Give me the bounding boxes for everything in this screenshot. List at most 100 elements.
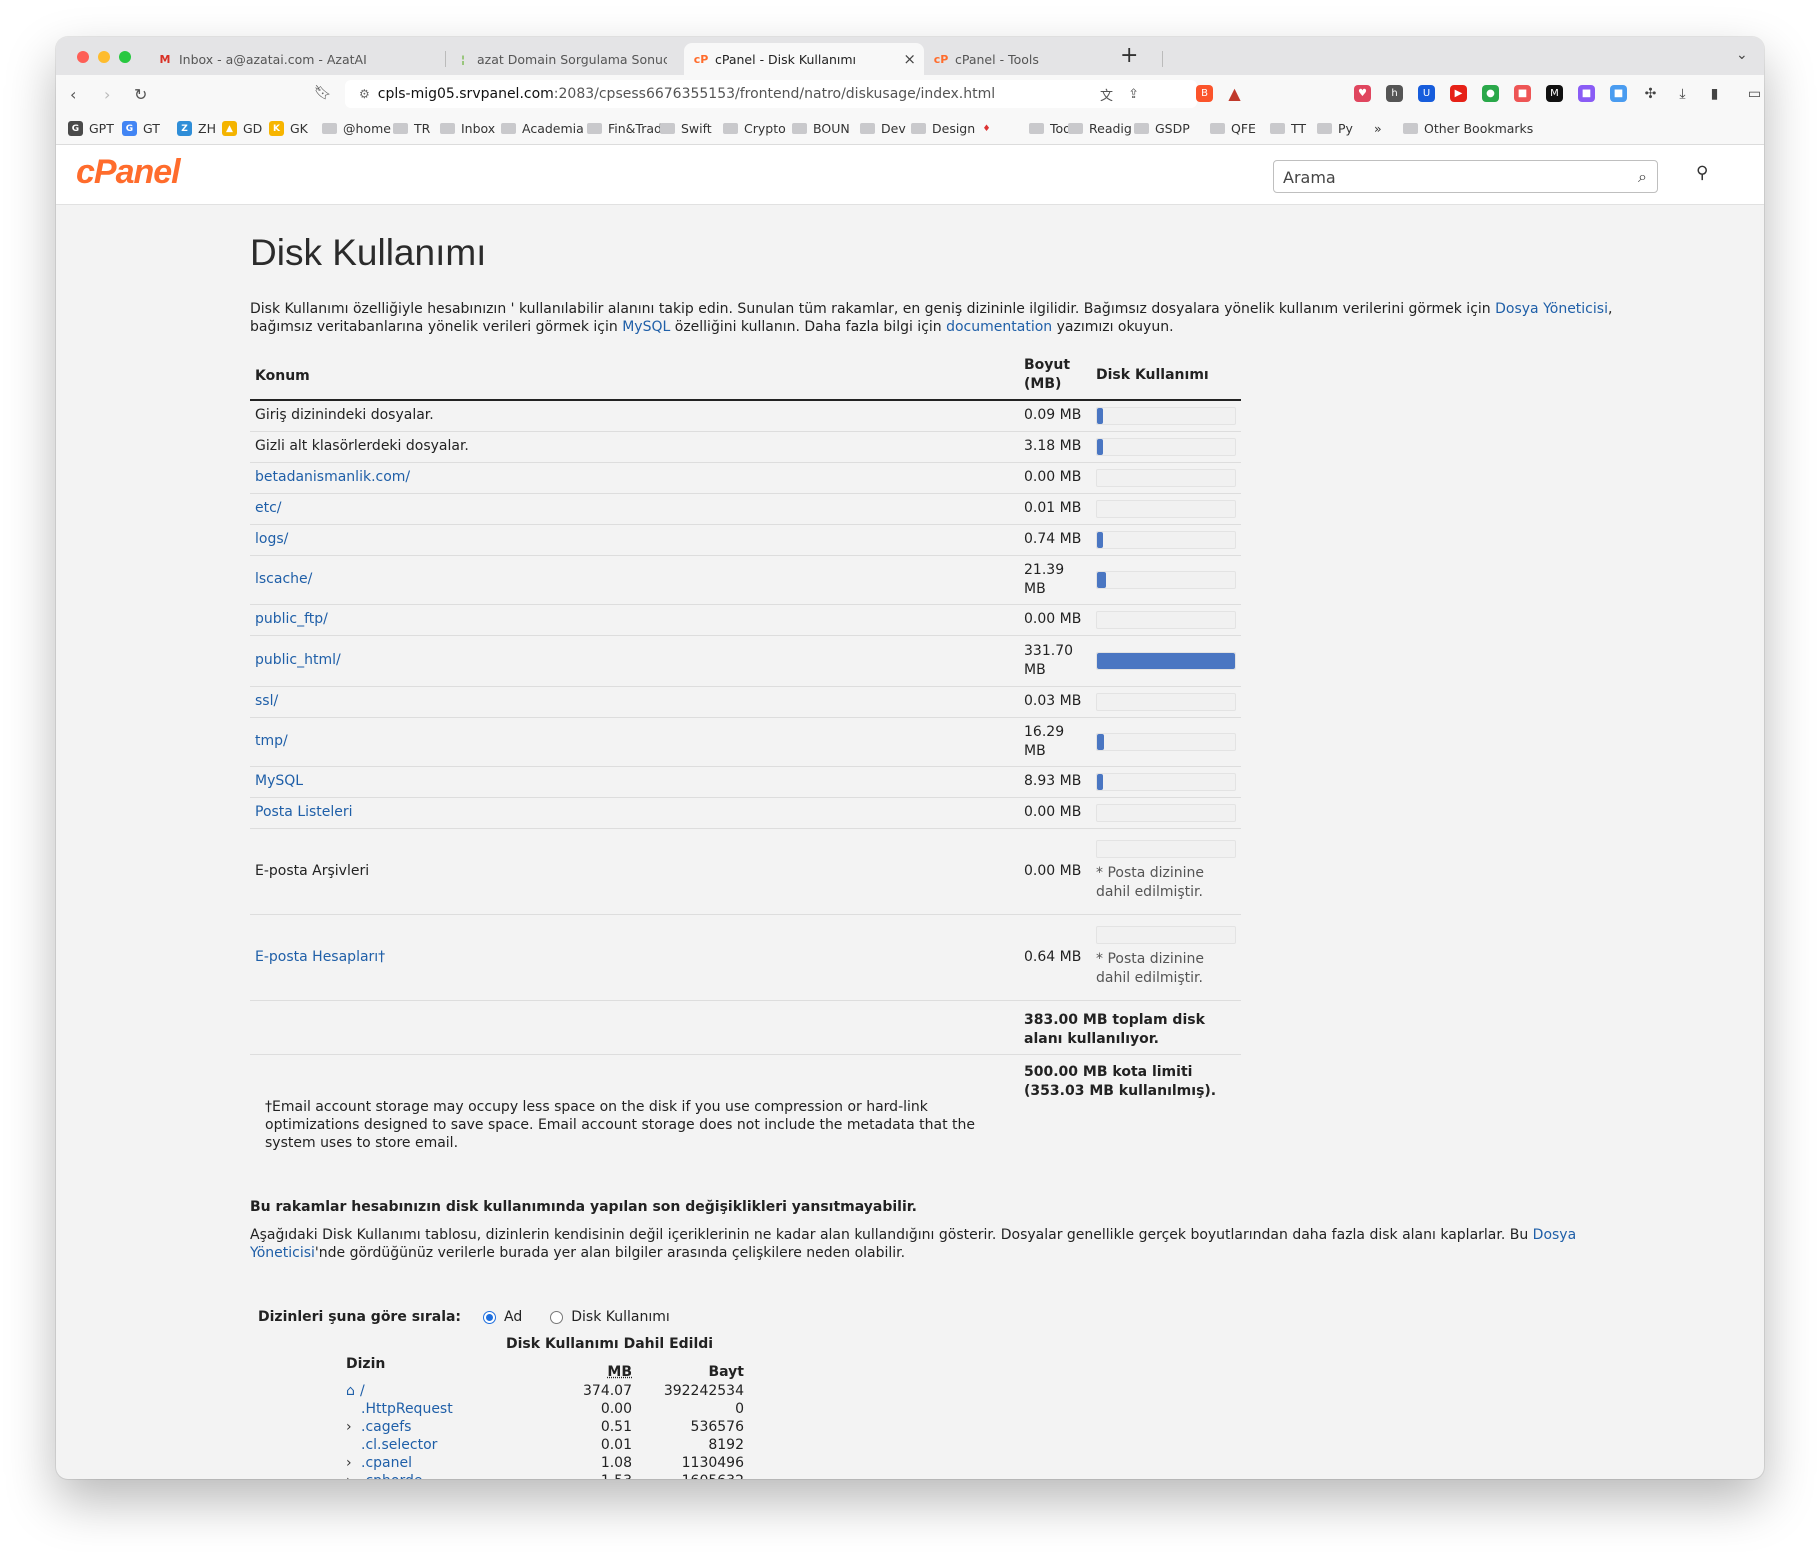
address-bar[interactable]: ⚙ cpls-mig05.srvpanel.com:2083/cpsess667… xyxy=(345,80,1197,108)
tab-cpanel-disk[interactable]: cP cPanel - Disk Kullanımı × xyxy=(684,43,924,75)
extension-h-icon[interactable]: h xyxy=(1386,85,1403,102)
bookmark-item[interactable]: Dev xyxy=(860,121,906,136)
location-link[interactable]: ssl/ xyxy=(255,693,278,709)
sidebar-icon[interactable]: ▮ xyxy=(1706,85,1723,102)
bookmark-item[interactable]: ♦ xyxy=(979,121,1000,136)
extension-purple-icon[interactable]: ■ xyxy=(1578,85,1595,102)
location-link[interactable]: E-posta Hesapları† xyxy=(255,949,385,965)
home-icon[interactable]: ⌂ xyxy=(346,1383,355,1399)
bookmark-item[interactable]: G GT xyxy=(122,121,160,136)
sort-by-name-label[interactable]: Ad xyxy=(504,1309,522,1325)
user-icon[interactable]: ⚲ xyxy=(1696,163,1708,183)
markdown-icon[interactable]: M xyxy=(1546,85,1563,102)
extension-blue-icon[interactable]: ■ xyxy=(1610,85,1627,102)
other-bookmarks[interactable]: Other Bookmarks xyxy=(1403,121,1533,136)
documentation-link[interactable]: documentation xyxy=(946,319,1052,335)
usage-bar-cell xyxy=(1091,686,1241,718)
folder-icon xyxy=(1029,123,1044,134)
bookmark-item[interactable]: Z ZH xyxy=(177,121,216,136)
sort-by-name-radio[interactable] xyxy=(483,1310,497,1324)
bookmark-item[interactable]: ▲ GD xyxy=(222,121,262,136)
bookmark-item[interactable]: K GK xyxy=(269,121,308,136)
site-settings-icon[interactable]: ⚙ xyxy=(359,87,370,101)
tab-inbox[interactable]: M Inbox - a@azatai.com - AzatAI Mail xyxy=(148,43,444,75)
pocket-icon[interactable]: ♥ xyxy=(1354,85,1371,102)
bookmark-item[interactable]: Inbox xyxy=(440,121,495,136)
bookmark-item[interactable]: Academia xyxy=(501,121,584,136)
sort-by-usage-label[interactable]: Disk Kullanımı xyxy=(571,1309,670,1325)
extension-red-icon[interactable]: ■ xyxy=(1514,85,1531,102)
youtube-icon[interactable]: ▶ xyxy=(1450,85,1467,102)
download-icon[interactable]: ⤓ xyxy=(1674,85,1691,102)
location-link[interactable]: public_html/ xyxy=(255,652,341,668)
bookmarks-more-button[interactable]: » xyxy=(1374,121,1382,136)
location-link[interactable]: Posta Listeleri xyxy=(255,804,353,820)
close-tab-icon[interactable]: × xyxy=(903,50,916,68)
bookmark-item[interactable]: GSDP xyxy=(1134,121,1190,136)
expand-chevron-icon[interactable]: › xyxy=(346,1455,352,1471)
location-link[interactable]: public_ftp/ xyxy=(255,611,328,627)
directory-link[interactable]: .cpanel xyxy=(361,1455,412,1471)
directory-link[interactable]: .cphorde xyxy=(361,1473,422,1479)
file-manager-link[interactable]: Dosya Yöneticisi xyxy=(1495,301,1608,317)
usage-size: 21.39 MB xyxy=(1019,555,1091,605)
extension-green-icon[interactable]: ● xyxy=(1482,85,1499,102)
location-link[interactable]: betadanismanlik.com/ xyxy=(255,469,410,485)
bookmark-label: Academia xyxy=(522,121,584,136)
bookmark-item[interactable]: Crypto xyxy=(723,121,786,136)
new-tab-button[interactable]: + xyxy=(1120,43,1138,68)
bookmark-label: GT xyxy=(143,121,160,136)
location-link[interactable]: tmp/ xyxy=(255,733,288,749)
location-link[interactable]: MySQL xyxy=(255,773,303,789)
extensions-puzzle-icon[interactable]: ✣ xyxy=(1642,85,1659,102)
bitwarden-icon[interactable]: U xyxy=(1418,85,1435,102)
expand-chevron-icon[interactable]: › xyxy=(346,1473,352,1479)
directory-link[interactable]: / xyxy=(360,1383,365,1399)
translate-icon[interactable]: 文 xyxy=(1100,85,1113,104)
tab-domain[interactable]: ¦ azat Domain Sorgulama Sonucu xyxy=(446,43,684,75)
directory-link[interactable]: .HttpRequest xyxy=(361,1401,453,1417)
bookmark-item[interactable]: Readig xyxy=(1068,121,1132,136)
sort-by-usage-radio[interactable] xyxy=(550,1310,564,1324)
expand-chevron-icon[interactable]: › xyxy=(346,1419,352,1435)
search-input[interactable]: Arama ⌕ xyxy=(1273,160,1658,193)
usage-bar xyxy=(1096,530,1236,549)
zoom-window-button[interactable] xyxy=(119,51,131,63)
bookmark-item[interactable]: Fin&Trad xyxy=(587,121,662,136)
search-icon[interactable]: ⌕ xyxy=(1638,167,1647,187)
forward-icon[interactable]: › xyxy=(104,85,110,104)
bookmark-item[interactable]: Swift xyxy=(660,121,712,136)
brave-rewards-icon[interactable]: ▲ xyxy=(1226,84,1243,103)
bookmark-item[interactable]: QFE xyxy=(1210,121,1256,136)
cpanel-logo[interactable]: cPanel xyxy=(76,153,181,192)
wallet-icon[interactable]: ▭ xyxy=(1746,85,1763,102)
bookmark-item[interactable]: BOUN xyxy=(792,121,850,136)
location-link[interactable]: lscache/ xyxy=(255,571,312,587)
usage-row: MySQL 8.93 MB xyxy=(250,766,1241,798)
folder-icon xyxy=(660,123,675,134)
tab-list-chevron-icon[interactable]: ⌄ xyxy=(1736,47,1748,63)
reload-icon[interactable]: ↻ xyxy=(134,85,147,104)
directory-link[interactable]: .cl.selector xyxy=(361,1437,437,1453)
bookmark-item[interactable]: G GPT xyxy=(68,121,114,136)
brave-shields-icon[interactable]: B xyxy=(1196,85,1213,102)
share-icon[interactable]: ⇪ xyxy=(1128,87,1139,102)
bookmark-icon[interactable]: 🔖︎ xyxy=(314,85,332,101)
usage-bar xyxy=(1096,406,1236,425)
close-window-button[interactable] xyxy=(77,51,89,63)
bookmark-item[interactable]: Py xyxy=(1317,121,1353,136)
minimize-window-button[interactable] xyxy=(98,51,110,63)
back-icon[interactable]: ‹ xyxy=(70,85,76,104)
total-row: 383.00 MB toplam disk alanı kullanılıyor… xyxy=(250,1000,1241,1055)
location-link[interactable]: etc/ xyxy=(255,500,282,516)
usage-bar xyxy=(1096,840,1236,858)
mysql-link[interactable]: MySQL xyxy=(622,319,670,335)
usage-bar-cell xyxy=(1091,524,1241,556)
bookmark-item[interactable]: Design xyxy=(911,121,975,136)
location-link[interactable]: logs/ xyxy=(255,531,288,547)
bookmark-item[interactable]: @home xyxy=(322,121,391,136)
folder-icon xyxy=(911,123,926,134)
bookmark-item[interactable]: TT xyxy=(1270,121,1306,136)
bookmark-item[interactable]: TR xyxy=(393,121,430,136)
directory-link[interactable]: .cagefs xyxy=(361,1419,411,1435)
